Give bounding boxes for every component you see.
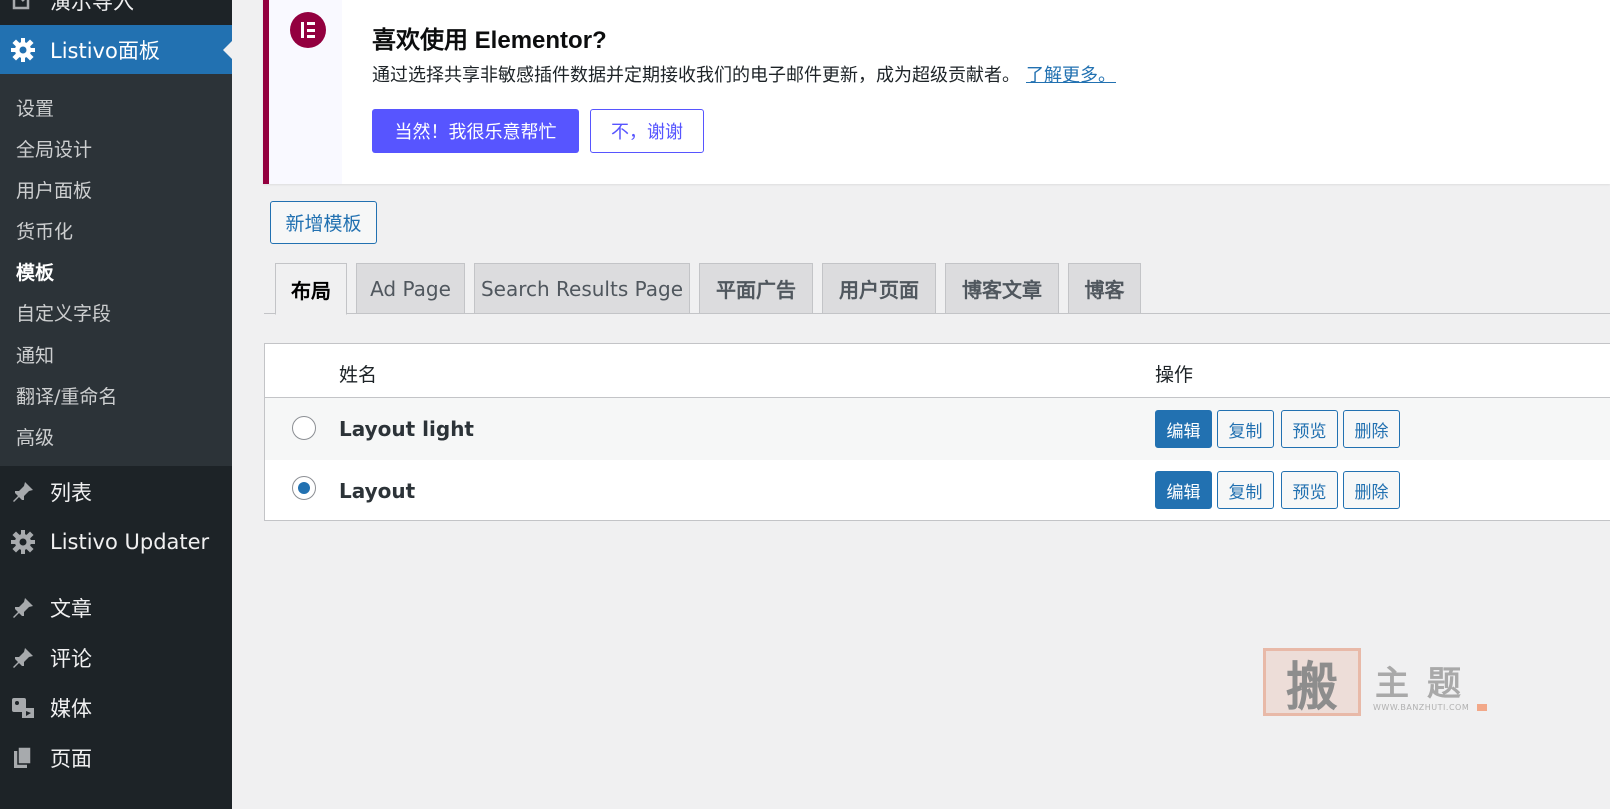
watermark-text: 主题 bbox=[1375, 664, 1479, 704]
template-radio[interactable] bbox=[292, 476, 316, 500]
admin-sidebar: 演示导入 Listivo面板 设置 全局设计 用户面板 货币化 模板 自定义字段… bbox=[0, 0, 232, 809]
sidebar-item-label: 文章 bbox=[50, 597, 92, 621]
template-radio[interactable] bbox=[292, 416, 316, 440]
notice-logo-area bbox=[269, 0, 342, 184]
duplicate-button[interactable]: 复制 bbox=[1217, 471, 1274, 509]
table-row: Layout 编辑 复制 预览 删除 bbox=[265, 460, 1610, 522]
template-name: Layout bbox=[339, 479, 416, 503]
decline-button[interactable]: 不，谢谢 bbox=[590, 109, 704, 153]
column-header-actions: 操作 bbox=[1155, 364, 1194, 386]
submenu-translate-rename[interactable]: 翻译/重命名 bbox=[16, 382, 117, 409]
tabs-divider bbox=[264, 313, 1610, 314]
sidebar-item-label: 列表 bbox=[50, 481, 92, 505]
pin-icon bbox=[10, 645, 36, 671]
tab-ad-page[interactable]: Ad Page bbox=[356, 263, 465, 314]
submenu-monetization[interactable]: 货币化 bbox=[16, 217, 73, 244]
delete-button[interactable]: 删除 bbox=[1343, 410, 1400, 448]
tab-search-results-page[interactable]: Search Results Page bbox=[474, 263, 690, 314]
sidebar-item-label: 页面 bbox=[50, 747, 92, 771]
sidebar-item-media[interactable]: 媒体 bbox=[0, 683, 232, 733]
gear-icon bbox=[10, 37, 36, 63]
tab-flat-ads[interactable]: 平面广告 bbox=[699, 263, 813, 314]
table-row: Layout light 编辑 复制 预览 删除 bbox=[265, 398, 1610, 460]
tab-blog-post[interactable]: 博客文章 bbox=[945, 263, 1059, 314]
submenu-settings[interactable]: 设置 bbox=[16, 94, 54, 121]
submenu-templates[interactable]: 模板 bbox=[16, 258, 54, 285]
sidebar-item-pages[interactable]: 页面 bbox=[0, 733, 232, 783]
sidebar-item-label: 评论 bbox=[50, 647, 92, 671]
sidebar-item-comments[interactable]: 评论 bbox=[0, 633, 232, 683]
delete-button[interactable]: 删除 bbox=[1343, 471, 1400, 509]
listivo-submenu: 设置 全局设计 用户面板 货币化 模板 自定义字段 通知 翻译/重命名 高级 bbox=[0, 74, 232, 466]
templates-table: 姓名 操作 Layout light 编辑 复制 预览 删除 Layout 编辑… bbox=[264, 343, 1610, 521]
media-icon bbox=[10, 695, 36, 721]
tab-blog[interactable]: 博客 bbox=[1068, 263, 1141, 314]
tab-user-page[interactable]: 用户页面 bbox=[822, 263, 936, 314]
import-icon bbox=[10, 0, 36, 14]
edit-button[interactable]: 编辑 bbox=[1155, 410, 1212, 448]
watermark-url: WWW.BANZHUTI.COM bbox=[1373, 703, 1470, 712]
sidebar-item-listings[interactable]: 列表 bbox=[0, 467, 232, 517]
sidebar-item-listivo-updater[interactable]: Listivo Updater bbox=[0, 517, 232, 567]
notice-description: 通过选择共享非敏感插件数据并定期接收我们的电子邮件更新，成为超级贡献者。 了解更多… bbox=[372, 61, 1116, 87]
accept-button[interactable]: 当然！我很乐意帮忙 bbox=[372, 109, 579, 153]
notice-description-text: 通过选择共享非敏感插件数据并定期接收我们的电子邮件更新，成为超级贡献者。 bbox=[372, 65, 1020, 86]
submenu-notifications[interactable]: 通知 bbox=[16, 341, 54, 368]
gear-icon bbox=[10, 529, 36, 555]
page-icon bbox=[10, 745, 36, 771]
template-name: Layout light bbox=[339, 417, 474, 441]
add-template-button[interactable]: 新增模板 bbox=[270, 201, 377, 244]
elementor-notice: 喜欢使用 Elementor? 通过选择共享非敏感插件数据并定期接收我们的电子邮… bbox=[263, 0, 1610, 184]
learn-more-link[interactable]: 了解更多。 bbox=[1026, 65, 1116, 86]
submenu-advanced[interactable]: 高级 bbox=[16, 423, 54, 450]
sidebar-item-label: Listivo面板 bbox=[50, 39, 160, 63]
tab-layout[interactable]: 布局 bbox=[275, 263, 347, 315]
preview-button[interactable]: 预览 bbox=[1281, 410, 1338, 448]
duplicate-button[interactable]: 复制 bbox=[1217, 410, 1274, 448]
watermark-seal: 搬 bbox=[1263, 648, 1361, 718]
sidebar-item-label: 媒体 bbox=[50, 697, 92, 721]
pin-icon bbox=[10, 479, 36, 505]
sidebar-item-posts[interactable]: 文章 bbox=[0, 583, 232, 633]
sidebar-item-listivo-panel[interactable]: Listivo面板 bbox=[0, 25, 232, 75]
submenu-user-panel[interactable]: 用户面板 bbox=[16, 176, 92, 203]
column-header-name: 姓名 bbox=[339, 364, 378, 386]
watermark-dot bbox=[1477, 704, 1487, 711]
sidebar-item-label: 演示导入 bbox=[50, 0, 134, 14]
sidebar-item-label: Listivo Updater bbox=[50, 530, 210, 554]
elementor-logo-icon bbox=[290, 12, 326, 48]
submenu-custom-fields[interactable]: 自定义字段 bbox=[16, 299, 111, 326]
preview-button[interactable]: 预览 bbox=[1281, 471, 1338, 509]
watermark: 搬 主题 WWW.BANZHUTI.COM bbox=[1263, 648, 1493, 718]
sidebar-item-demo-import[interactable]: 演示导入 bbox=[0, 0, 232, 26]
submenu-global-design[interactable]: 全局设计 bbox=[16, 135, 92, 162]
notice-title: 喜欢使用 Elementor? bbox=[372, 27, 607, 54]
pin-icon bbox=[10, 595, 36, 621]
edit-button[interactable]: 编辑 bbox=[1155, 471, 1212, 509]
